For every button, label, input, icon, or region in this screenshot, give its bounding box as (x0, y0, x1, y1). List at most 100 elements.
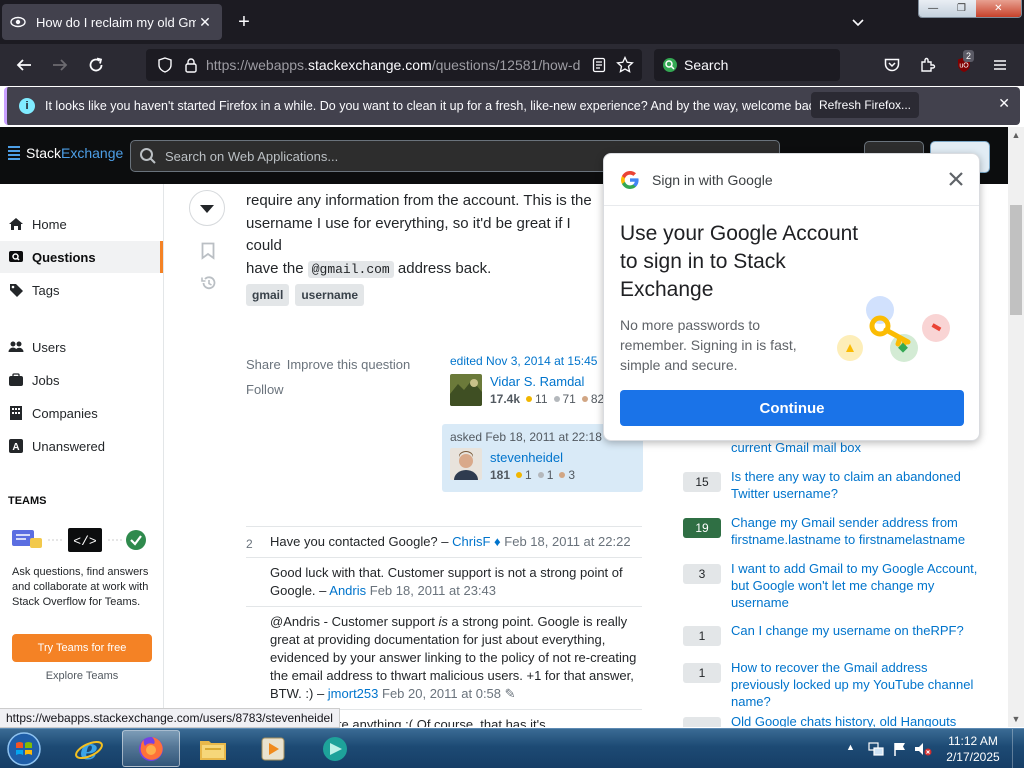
related-link[interactable]: Change my Gmail sender address from firs… (731, 514, 983, 548)
share-link[interactable]: Share (246, 357, 281, 372)
sidebar-item-users[interactable]: Users (0, 331, 163, 363)
sidebar-item-label: Unanswered (32, 438, 105, 454)
taskbar-clock[interactable]: 11:12 AM 2/17/2025 (940, 733, 1006, 765)
url-bar[interactable]: https://webapps.stackexchange.com/questi… (146, 49, 642, 81)
back-button[interactable] (12, 53, 36, 77)
comment-author[interactable]: ChrisF (452, 534, 490, 549)
stackexchange-logo[interactable]: Stack Exchange (8, 145, 123, 161)
taskbar-explorer[interactable] (184, 730, 242, 767)
maximize-button[interactable]: ❐ (947, 0, 976, 17)
show-hidden-icons-icon[interactable]: ▲ (846, 742, 855, 752)
show-desktop-button[interactable] (1012, 729, 1024, 769)
follow-link[interactable]: Follow (246, 382, 284, 397)
related-link[interactable]: How to recover the Gmail address previou… (731, 659, 983, 710)
body-line: username I use for everything, so it'd b… (246, 214, 571, 255)
body-line: have the @gmail.com address back. (246, 258, 606, 282)
refresh-firefox-button[interactable]: Refresh Firefox... (811, 92, 919, 118)
minimize-button[interactable]: — (919, 0, 948, 17)
url-host: https://webapps. (206, 57, 308, 73)
close-window-button[interactable]: ✕ (975, 0, 1021, 17)
body-text: address back. (393, 259, 492, 277)
tab-close-icon[interactable]: ✕ (196, 14, 214, 31)
asked-timestamp[interactable]: asked Feb 18, 2011 at 22:18 (450, 430, 602, 444)
list-all-tabs-icon[interactable] (848, 12, 868, 32)
question-body: require any information from the account… (246, 184, 606, 281)
action-center-flag-icon[interactable] (892, 741, 908, 757)
browser-search-bar[interactable]: Search (654, 49, 840, 81)
related-link[interactable]: Is there any way to claim an abandoned T… (731, 468, 983, 502)
taskbar-app[interactable] (306, 730, 364, 767)
sidebar-item-tags[interactable]: Tags (0, 274, 163, 306)
edited-timestamp[interactable]: edited Nov 3, 2014 at 15:45 (450, 354, 610, 368)
briefcase-icon (8, 372, 24, 388)
lock-icon[interactable] (180, 54, 202, 76)
editor-avatar[interactable] (450, 374, 482, 406)
network-icon[interactable] (868, 741, 884, 757)
related-link[interactable]: Old Google chats history, old Hangouts (731, 713, 983, 727)
history-icon[interactable] (200, 274, 218, 295)
sidebar-item-jobs[interactable]: Jobs (0, 364, 163, 396)
sidebar-item-companies[interactable]: Companies (0, 397, 163, 429)
page-scrollbar[interactable]: ▲ ▼ (1008, 127, 1024, 727)
tracking-shield-icon[interactable] (154, 54, 176, 76)
bookmark-star-icon[interactable] (614, 54, 636, 76)
new-tab-button[interactable]: + (232, 10, 256, 34)
comment-time[interactable]: Feb 20, 2011 at 0:58 (382, 686, 501, 701)
scrollbar-thumb[interactable] (1010, 205, 1022, 315)
try-teams-button[interactable]: Try Teams for free (12, 634, 152, 662)
explore-teams-link[interactable]: Explore Teams (12, 670, 152, 682)
svg-text:e: e (80, 734, 98, 764)
sidebar-item-questions[interactable]: Questions (0, 241, 163, 273)
comment: Good luck with that. Customer support is… (246, 558, 642, 607)
asker-avatar[interactable] (450, 448, 482, 480)
pocket-icon (884, 58, 900, 72)
bookmark-icon[interactable] (201, 242, 215, 263)
downvote-button[interactable] (189, 190, 225, 226)
editor-name[interactable]: Vidar S. Ramdal (490, 374, 584, 389)
reload-button[interactable] (84, 53, 108, 77)
improve-question-link[interactable]: Improve this question (287, 357, 411, 372)
bronze-badge-icon (559, 472, 566, 478)
sidebar-item-label: Companies (32, 405, 98, 421)
taskbar-firefox[interactable] (122, 730, 180, 767)
scroll-up-icon[interactable]: ▲ (1008, 127, 1024, 143)
edit-pencil-icon[interactable]: ✎ (505, 686, 516, 701)
taskbar-ie[interactable]: e (60, 730, 118, 767)
browser-tab[interactable]: How do I reclaim my old Gmail ✕ (2, 4, 222, 40)
clock-time: 11:12 AM (948, 734, 998, 748)
tag-gmail[interactable]: gmail (246, 284, 290, 306)
related-answer-count: 1 (683, 626, 721, 646)
related-link[interactable]: current Gmail mail box (731, 439, 983, 456)
comment-time[interactable]: Feb 18, 2011 at 22:22 (504, 534, 630, 549)
asker-bronze-count: 3 (568, 468, 576, 482)
sidebar-item-label: Jobs (32, 372, 60, 388)
windows-start-button[interactable] (4, 731, 44, 767)
continue-button[interactable]: Continue (620, 390, 964, 426)
related-link[interactable]: Can I change my username on theRPF? (731, 622, 983, 639)
volume-muted-icon[interactable] (914, 741, 932, 757)
scroll-down-icon[interactable]: ▼ (1008, 711, 1024, 727)
comment-time[interactable]: Feb 18, 2011 at 23:43 (370, 583, 496, 598)
ublock-button[interactable]: uO 2 (952, 50, 976, 77)
asker-name[interactable]: stevenheidel (490, 450, 563, 465)
pocket-button[interactable] (880, 53, 904, 77)
sidebar-item-unanswered[interactable]: A Unanswered (0, 430, 163, 462)
forward-arrow-icon (53, 59, 68, 71)
google-signin-subtext: No more passwords to remember. Signing i… (620, 317, 797, 373)
forward-button[interactable] (48, 53, 72, 77)
extensions-button[interactable] (916, 53, 940, 77)
sidebar-item-home[interactable]: Home (0, 208, 163, 240)
browser-tab-bar: How do I reclaim my old Gmail ✕ + — ❐ ✕ (0, 0, 1024, 44)
comment-author[interactable]: Andris (329, 583, 366, 598)
taskbar-media-player[interactable] (244, 730, 302, 767)
search-placeholder: Search (684, 57, 729, 73)
related-link[interactable]: I want to add Gmail to my Google Account… (731, 560, 983, 611)
comment-author[interactable]: jmort253 (328, 686, 379, 701)
reader-view-icon[interactable] (588, 54, 610, 76)
body-line: require any information from the account… (246, 192, 592, 209)
tag-username[interactable]: username (295, 284, 365, 306)
app-menu-button[interactable] (988, 53, 1012, 77)
url-text[interactable]: https://webapps.stackexchange.com/questi… (206, 57, 588, 73)
close-icon[interactable] (945, 168, 967, 190)
notification-close-icon[interactable]: ✕ (998, 95, 1010, 112)
